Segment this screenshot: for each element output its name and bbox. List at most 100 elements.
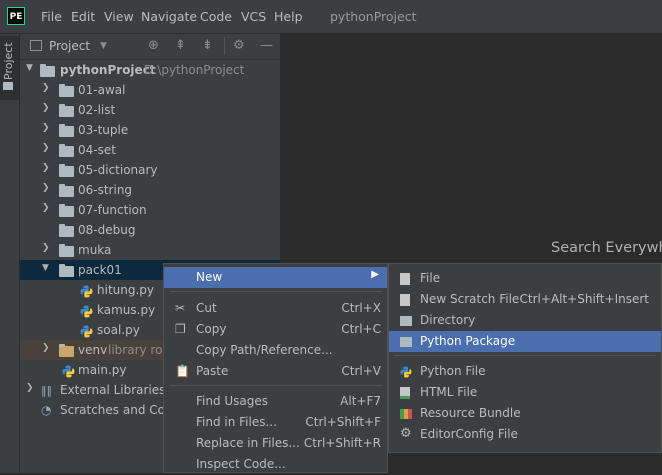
python-file-icon (62, 365, 75, 378)
folder-label: 02-list (78, 103, 116, 117)
chevron-down-icon[interactable]: ▼ (26, 63, 33, 73)
submenu-item-new-scratch-file[interactable]: New Scratch File Ctrl+Alt+Shift+Insert (389, 289, 661, 310)
chevron-right-icon: ▶ (371, 269, 379, 280)
chevron-right-icon[interactable]: ❯ (26, 383, 34, 393)
folder-icon (59, 84, 74, 97)
tree-row-folder[interactable]: ❯ 05-dictionary (20, 160, 280, 180)
submenu-item-directory[interactable]: Directory (389, 310, 661, 331)
tree-row-folder[interactable]: ❯ 01-awal (20, 80, 280, 100)
submenu-item-file[interactable]: File (389, 268, 661, 289)
chevron-right-icon[interactable]: ❯ (42, 123, 50, 133)
folder-icon (59, 164, 74, 177)
folder-label: muka (78, 243, 112, 257)
project-panel-title[interactable]: Project (49, 39, 90, 53)
menu-code[interactable]: Code (200, 9, 232, 24)
menu-item-paste[interactable]: 📋 Paste Ctrl+V (164, 361, 387, 382)
collapse-all-icon[interactable]: ⇟ (202, 38, 213, 53)
chevron-right-icon[interactable]: ❯ (42, 143, 50, 153)
chevron-down-icon[interactable]: ▼ (42, 263, 49, 273)
folder-icon (59, 344, 74, 357)
folder-icon (59, 244, 74, 257)
root-path: D:\pythonProject (144, 63, 245, 77)
tree-row-folder[interactable]: ❯ 04-set (20, 140, 280, 160)
folder-label: venv (78, 343, 108, 357)
submenu-item-python-file[interactable]: Python File (389, 361, 661, 382)
menu-item-new[interactable]: New ▶ (164, 267, 387, 288)
menu-item-find-usages[interactable]: Find Usages Alt+F7 (164, 391, 387, 412)
python-file-icon (80, 325, 93, 338)
copy-icon: ❐ (175, 322, 186, 336)
folder-label: 06-string (78, 183, 133, 197)
gear-icon: ⚙ (400, 426, 412, 441)
folder-icon (400, 316, 412, 326)
file-label: kamus.py (97, 303, 156, 317)
menu-file[interactable]: File (41, 9, 62, 24)
menu-help[interactable]: Help (274, 9, 303, 24)
folder-label: 03-tuple (78, 123, 129, 137)
file-label: main.py (78, 363, 127, 377)
tree-row-folder[interactable]: ❯ muka (20, 240, 280, 260)
menu-separator (394, 355, 656, 356)
chevron-right-icon[interactable]: ❯ (42, 83, 50, 93)
tree-row-root[interactable]: ▼ pythonProject D:\pythonProject (20, 60, 280, 80)
folder-icon (59, 184, 74, 197)
submenu-item-resource-bundle[interactable]: Resource Bundle (389, 403, 661, 424)
folder-label: 01-awal (78, 83, 126, 97)
tree-row-folder[interactable]: ❯ 02-list (20, 100, 280, 120)
tree-row-folder[interactable]: 08-debug (20, 220, 280, 240)
folder-icon (59, 104, 74, 117)
folder-icon (59, 204, 74, 217)
chevron-right-icon[interactable]: ❯ (42, 243, 50, 253)
chevron-right-icon[interactable]: ❯ (42, 343, 50, 353)
window-title: pythonProject (330, 9, 417, 24)
menu-item-inspect-code[interactable]: Inspect Code... (164, 454, 387, 475)
menu-vcs[interactable]: VCS (241, 9, 266, 24)
gear-icon[interactable]: ⚙ (233, 38, 245, 53)
tree-row-folder[interactable]: ❯ 06-string (20, 180, 280, 200)
submenu-item-python-package[interactable]: Python Package (389, 331, 661, 352)
menu-separator (170, 291, 382, 292)
expand-all-icon[interactable]: ⇞ (175, 38, 186, 53)
menu-item-cut[interactable]: ✂ Cut Ctrl+X (164, 298, 387, 319)
menu-item-find-in-files[interactable]: Find in Files... Ctrl+Shift+F (164, 412, 387, 433)
header-divider (224, 37, 225, 55)
chevron-down-icon[interactable]: ▼ (100, 41, 107, 51)
external-libraries-label: External Libraries (60, 383, 166, 397)
locate-icon[interactable]: ⊕ (148, 38, 159, 53)
menu-item-copy-path[interactable]: Copy Path/Reference... (164, 340, 387, 361)
menu-edit[interactable]: Edit (71, 9, 95, 24)
folder-icon (59, 144, 74, 157)
menu-navigate[interactable]: Navigate (141, 9, 197, 24)
paste-icon: 📋 (175, 364, 190, 378)
menu-item-replace-in-files[interactable]: Replace in Files... Ctrl+Shift+R (164, 433, 387, 454)
file-label: soal.py (97, 323, 140, 337)
file-label: hitung.py (97, 283, 155, 297)
folder-icon (3, 82, 13, 90)
chevron-right-icon[interactable]: ❯ (42, 103, 50, 113)
folder-label: 08-debug (78, 223, 136, 237)
menu-view[interactable]: View (104, 9, 134, 24)
chevron-right-icon[interactable]: ❯ (42, 183, 50, 193)
folder-label: 07-function (78, 203, 147, 217)
folder-label: 04-set (78, 143, 116, 157)
chevron-right-icon[interactable]: ❯ (42, 203, 50, 213)
submenu-item-editorconfig-file[interactable]: ⚙ EditorConfig File (389, 424, 661, 445)
package-icon (400, 337, 412, 347)
folder-icon (59, 224, 74, 237)
project-view-icon (30, 40, 42, 51)
folder-label: 05-dictionary (78, 163, 158, 177)
resource-bundle-icon (400, 409, 412, 419)
minimize-icon[interactable]: — (260, 38, 273, 53)
tree-row-folder[interactable]: ❯ 07-function (20, 200, 280, 220)
menu-separator (170, 385, 382, 386)
submenu-item-html-file[interactable]: HTML File (389, 382, 661, 403)
root-name: pythonProject (60, 63, 156, 77)
folder-icon (40, 64, 55, 77)
html-file-icon (400, 387, 410, 399)
tree-row-folder[interactable]: ❯ 03-tuple (20, 120, 280, 140)
folder-icon (59, 124, 74, 137)
menu-item-copy[interactable]: ❐ Copy Ctrl+C (164, 319, 387, 340)
pycharm-logo-icon: PE (7, 7, 25, 25)
chevron-right-icon[interactable]: ❯ (42, 163, 50, 173)
scratch-file-icon (400, 294, 410, 306)
